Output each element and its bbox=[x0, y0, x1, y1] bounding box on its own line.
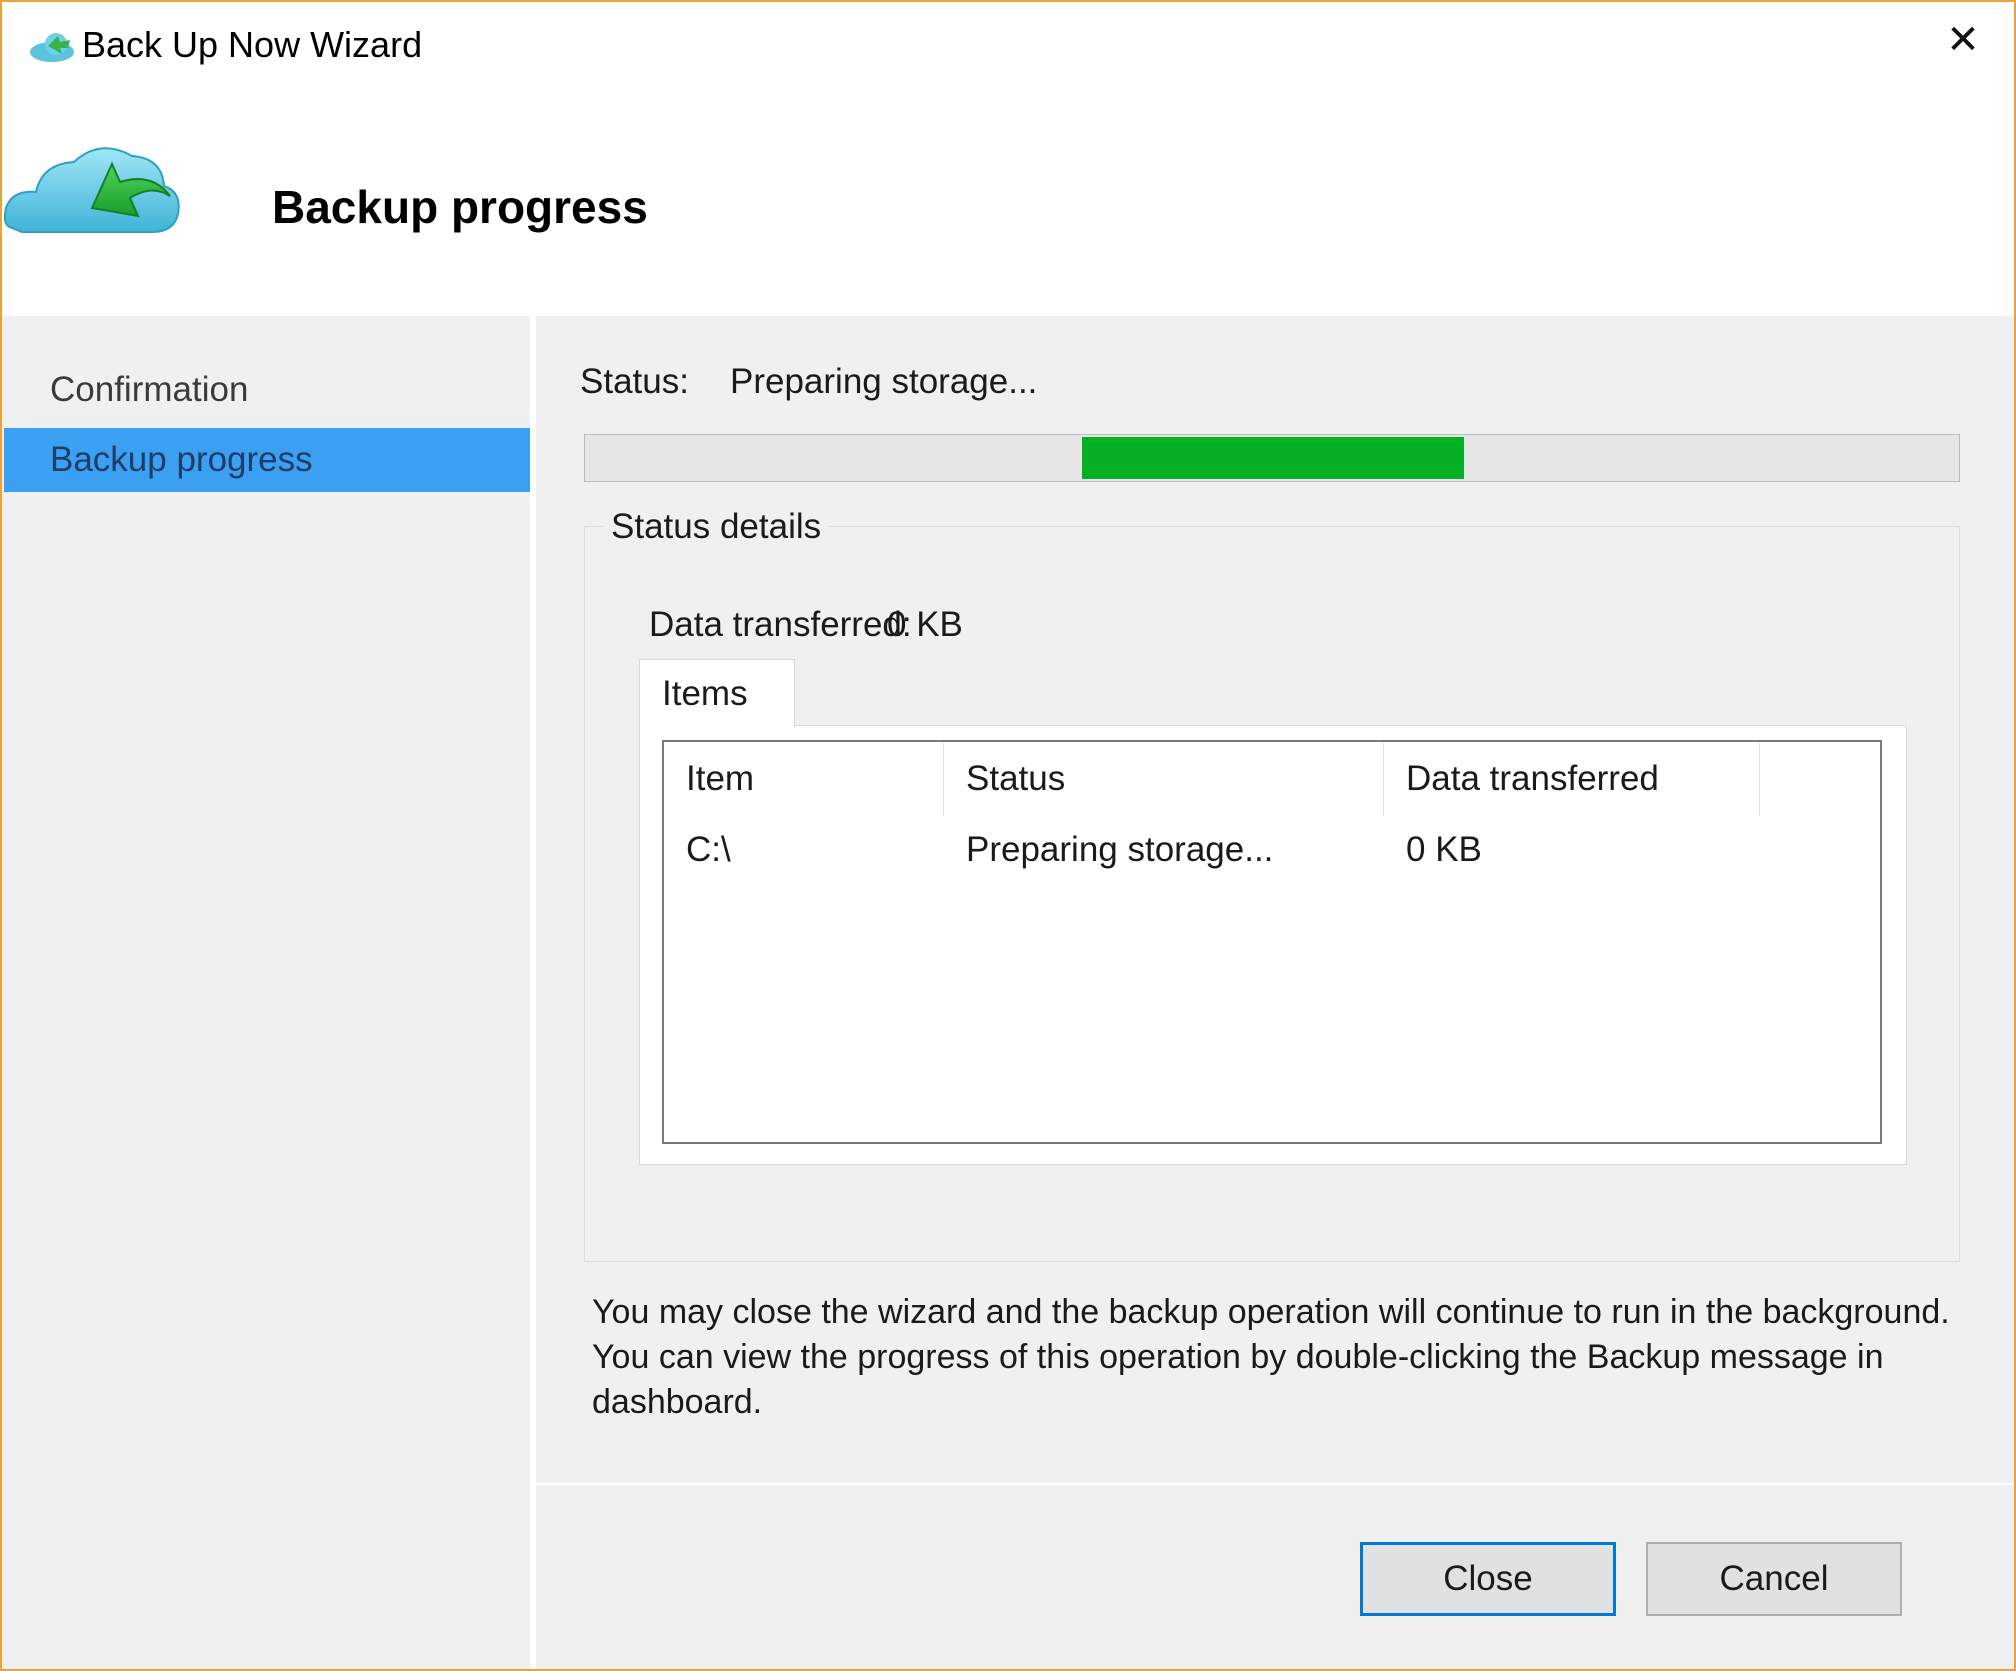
tab-items[interactable]: Items bbox=[639, 659, 795, 727]
wizard-sidebar: Confirmation Backup progress bbox=[2, 316, 530, 1669]
backup-progress-bar bbox=[584, 434, 1960, 482]
row-data-cell[interactable]: 0 KB bbox=[1384, 820, 1760, 880]
status-details-group: Status details Data transferred: 0 KB It… bbox=[584, 507, 1960, 1262]
status-details-title: Status details bbox=[603, 507, 830, 547]
items-tab-panel: Item Status Data transferred C:\ Prepari… bbox=[639, 725, 1907, 1165]
wizard-window: Back Up Now Wizard ✕ Backup progress Con… bbox=[0, 0, 2016, 1671]
row-status-cell[interactable]: Preparing storage... bbox=[944, 820, 1384, 880]
main-panel: Status: Preparing storage... Status deta… bbox=[536, 316, 2014, 1669]
title-bar: Back Up Now Wizard ✕ bbox=[2, 2, 2014, 98]
cancel-button[interactable]: Cancel bbox=[1646, 1542, 1902, 1616]
status-value: Preparing storage... bbox=[730, 362, 1038, 401]
close-button[interactable]: Close bbox=[1360, 1542, 1616, 1616]
close-window-button[interactable]: ✕ bbox=[1936, 16, 1990, 64]
column-header-data-transferred[interactable]: Data transferred bbox=[1384, 742, 1760, 816]
row-item-cell[interactable]: C:\ bbox=[664, 820, 944, 880]
data-transferred-value: 0 KB bbox=[887, 605, 963, 644]
close-icon: ✕ bbox=[1946, 18, 1980, 62]
data-transferred-label: Data transferred: bbox=[649, 605, 912, 644]
column-header-item[interactable]: Item bbox=[664, 742, 944, 816]
window-title: Back Up Now Wizard bbox=[82, 24, 423, 65]
column-header-status[interactable]: Status bbox=[944, 742, 1384, 816]
page-title: Backup progress bbox=[272, 181, 648, 233]
progress-fill bbox=[1082, 437, 1465, 479]
cloud-backup-icon bbox=[3, 147, 180, 233]
sidebar-item-backup-progress[interactable]: Backup progress bbox=[4, 428, 530, 492]
sidebar-item-confirmation[interactable]: Confirmation bbox=[4, 358, 530, 422]
footer-divider bbox=[536, 1483, 2014, 1485]
cloud-backup-icon bbox=[30, 33, 74, 62]
info-note: You may close the wizard and the backup … bbox=[592, 1293, 1950, 1421]
items-list[interactable]: Item Status Data transferred C:\ Prepari… bbox=[662, 740, 1882, 1144]
status-label: Status: bbox=[580, 362, 689, 401]
